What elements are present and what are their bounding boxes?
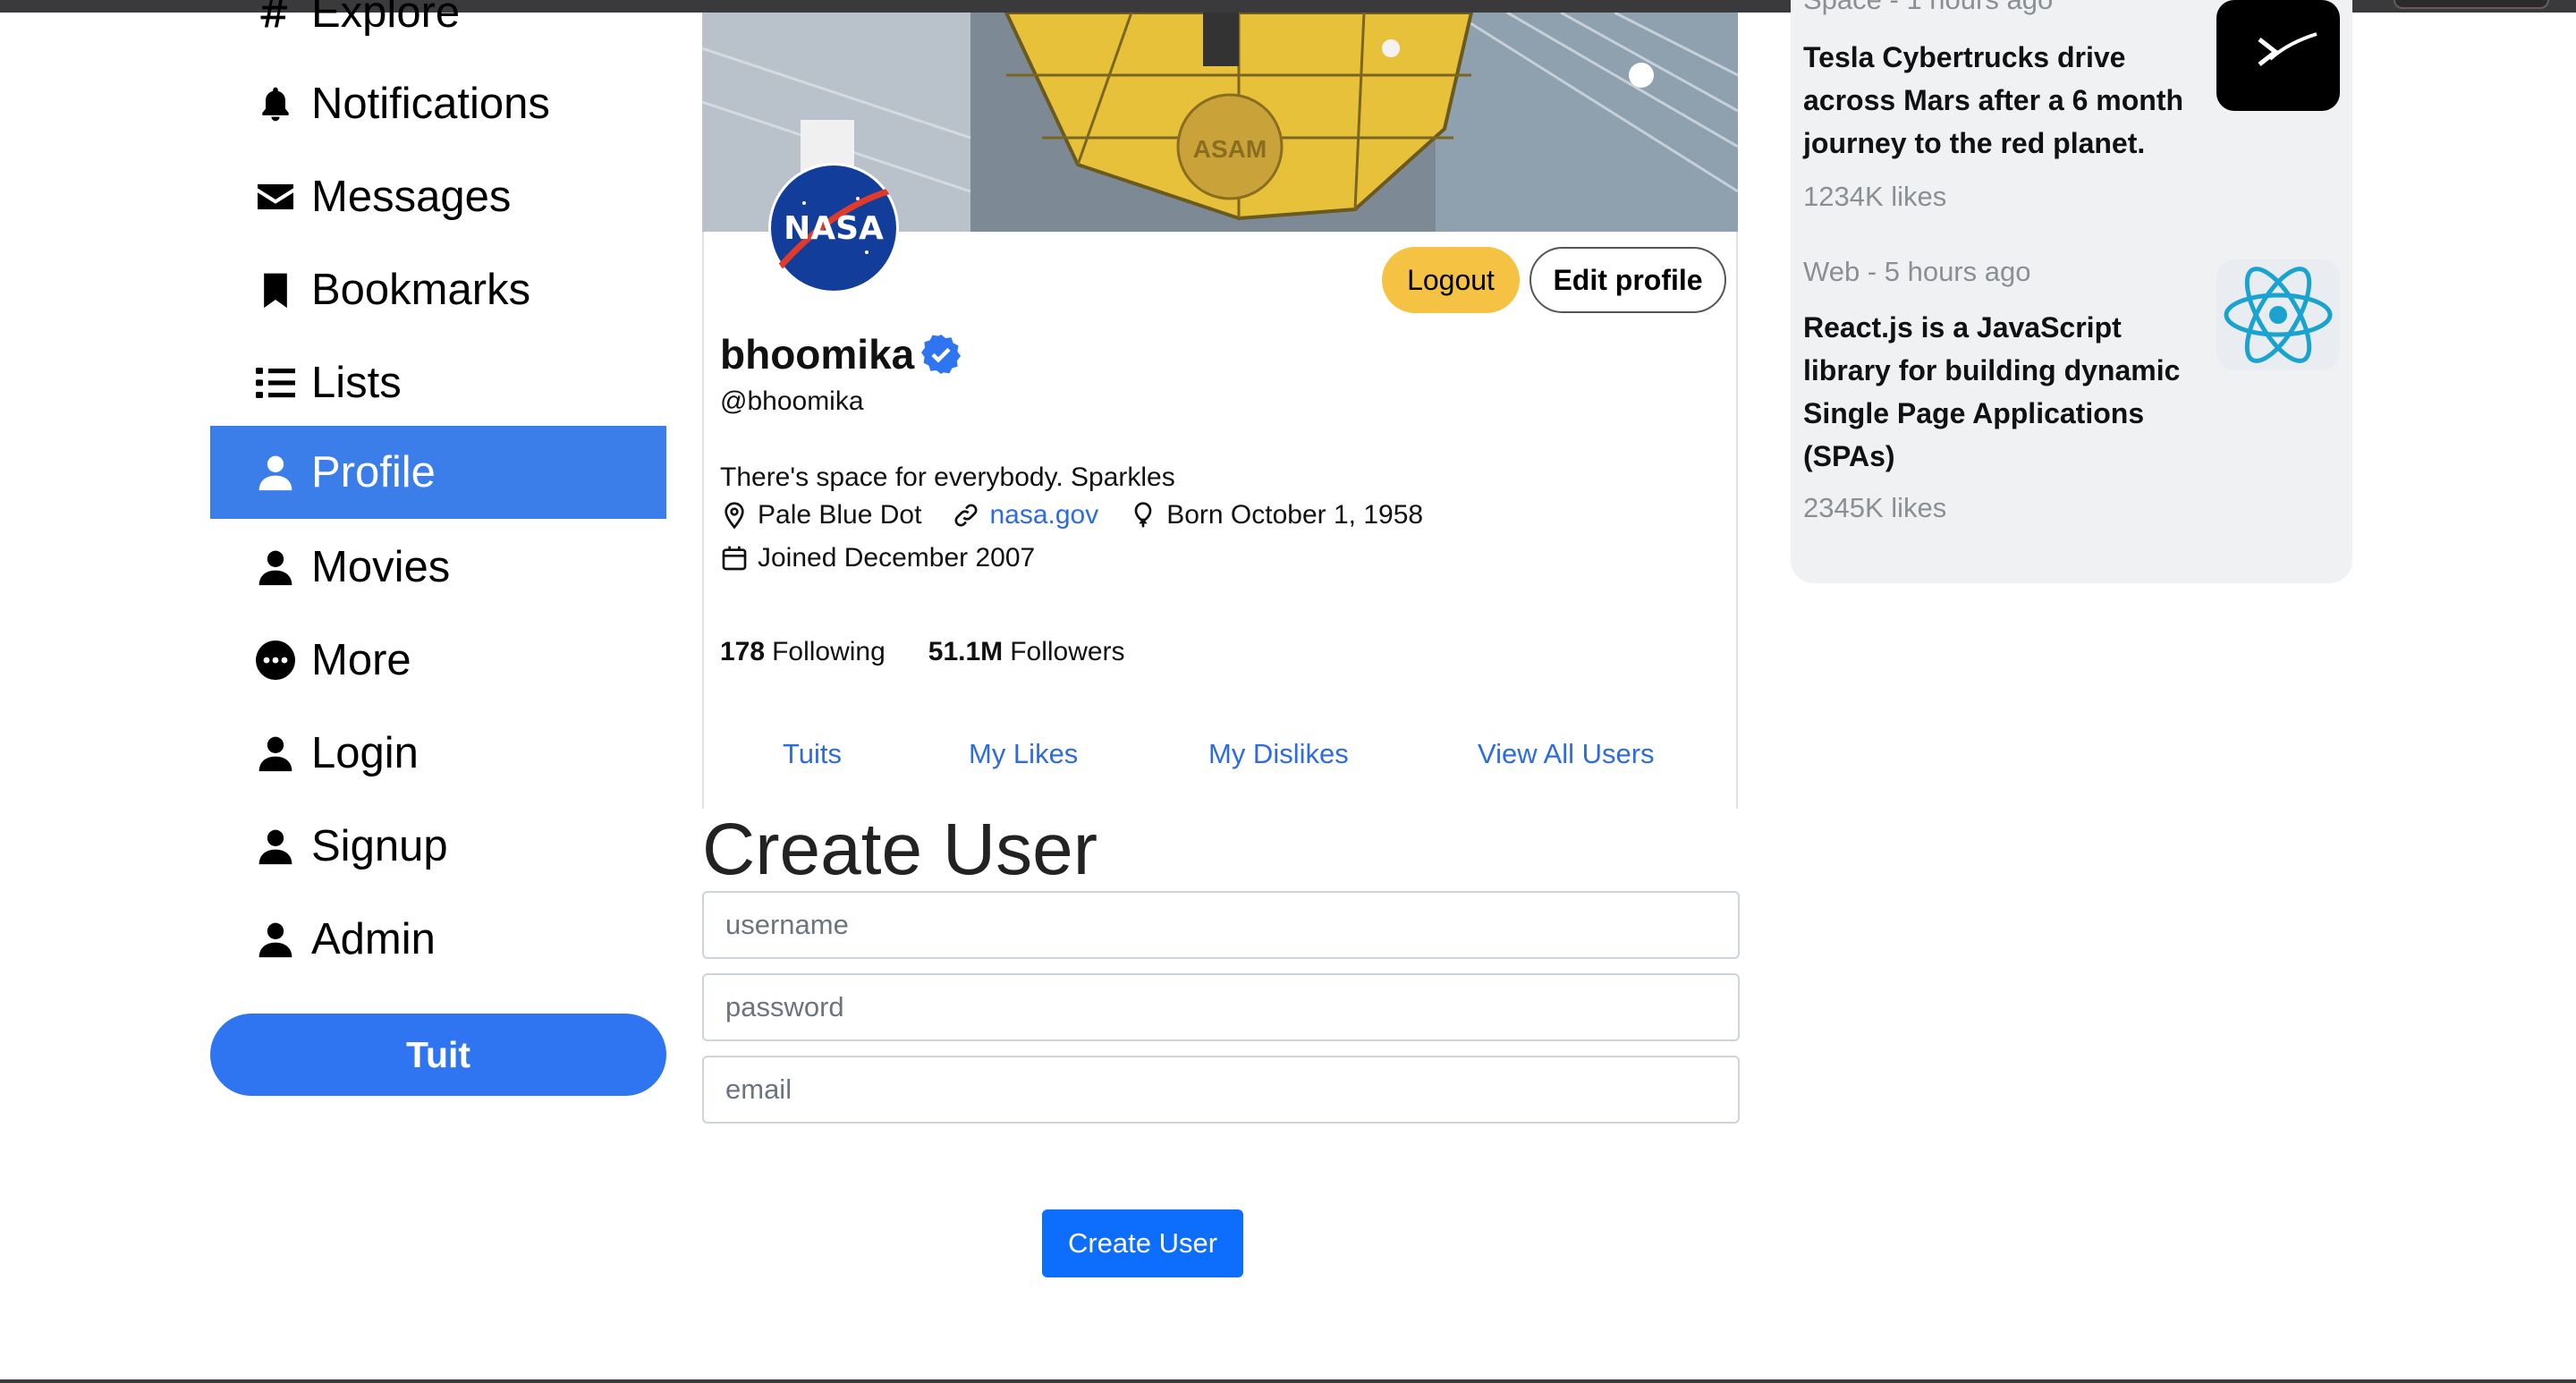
user-icon bbox=[253, 450, 298, 495]
react-logo-icon bbox=[2216, 259, 2340, 370]
sidebar-item-label: Admin bbox=[311, 915, 436, 963]
create-user-title: Create User bbox=[702, 809, 1098, 890]
bookmark-icon bbox=[253, 267, 298, 312]
tab-my-likes[interactable]: My Likes bbox=[969, 738, 1078, 770]
user-icon bbox=[253, 824, 298, 869]
news-topic: Web - 5 hours ago bbox=[1803, 256, 2031, 287]
news-likes: 2345K likes bbox=[1803, 492, 1947, 523]
following-link[interactable]: 178 Following bbox=[720, 637, 886, 667]
sidebar-item-label: Login bbox=[311, 729, 419, 777]
bell-icon bbox=[253, 81, 298, 126]
banner-text: ASAM bbox=[1193, 135, 1267, 163]
following-label: Following bbox=[772, 637, 886, 666]
profile-location: Pale Blue Dot bbox=[758, 500, 922, 530]
location-item: Pale Blue Dot bbox=[720, 500, 921, 530]
news-item[interactable]: Web - 5 hours ago React.js is a JavaScri… bbox=[1803, 256, 2340, 542]
username-input[interactable] bbox=[702, 891, 1740, 959]
follow-stats: 178 Following 51.1M Followers bbox=[720, 637, 1168, 667]
sidebar-item-label: More bbox=[311, 636, 411, 684]
user-icon bbox=[253, 917, 298, 962]
calendar-icon bbox=[722, 546, 747, 571]
balloon-icon bbox=[1134, 502, 1152, 528]
create-user-button[interactable]: Create User bbox=[1042, 1209, 1243, 1277]
followers-link[interactable]: 51.1M Followers bbox=[928, 637, 1125, 667]
logout-button[interactable]: Logout bbox=[1382, 247, 1520, 313]
whats-happening-panel: Space - 1 hours ago Tesla Cybertrucks dr… bbox=[1791, 0, 2352, 583]
sidebar-item-movies[interactable]: Movies bbox=[210, 521, 666, 614]
user-icon bbox=[253, 731, 298, 776]
edit-profile-button[interactable]: Edit profile bbox=[1530, 247, 1726, 313]
window-bottom-border bbox=[0, 1379, 2576, 1383]
user-icon bbox=[253, 545, 298, 590]
sidebar-item-label: Bookmarks bbox=[311, 266, 531, 314]
birthday-item: Born October 1, 1958 bbox=[1129, 500, 1423, 530]
sidebar-item-label: Signup bbox=[311, 822, 448, 870]
profile-bio: There's space for everybody. Sparkles bbox=[720, 462, 1175, 492]
sidebar-item-explore[interactable]: Explore bbox=[210, 0, 666, 59]
news-title: React.js is a JavaScript library for bui… bbox=[1803, 311, 2181, 472]
envelope-icon bbox=[253, 174, 298, 219]
sidebar-item-admin[interactable]: Admin bbox=[210, 893, 666, 986]
sidebar-item-label: Lists bbox=[311, 359, 402, 407]
tab-my-dislikes[interactable]: My Dislikes bbox=[1208, 738, 1349, 770]
tab-tuits[interactable]: Tuits bbox=[783, 738, 842, 770]
news-likes: 1234K likes bbox=[1803, 181, 1947, 212]
profile-joined-row: Joined December 2007 bbox=[720, 543, 1065, 573]
spacex-logo-icon bbox=[2216, 0, 2340, 111]
sidebar-item-lists[interactable]: Lists bbox=[210, 336, 666, 429]
hashtag-icon bbox=[253, 0, 298, 35]
profile-handle: @bhoomika bbox=[720, 386, 864, 416]
link-icon bbox=[954, 504, 978, 527]
profile-born: Born October 1, 1958 bbox=[1166, 500, 1424, 530]
followers-label: Followers bbox=[1010, 637, 1125, 666]
sidebar-item-more[interactable]: More bbox=[210, 614, 666, 707]
following-count: 178 bbox=[720, 637, 766, 666]
tuit-button[interactable]: Tuit bbox=[210, 1014, 666, 1096]
sidebar-item-login[interactable]: Login bbox=[210, 707, 666, 800]
profile-joined: Joined December 2007 bbox=[758, 543, 1036, 573]
sidebar-item-profile[interactable]: Profile bbox=[210, 426, 666, 519]
news-item[interactable]: Space - 1 hours ago Tesla Cybertrucks dr… bbox=[1803, 0, 2340, 224]
ellipsis-circle-icon bbox=[253, 638, 298, 683]
sidebar-item-label: Explore bbox=[311, 0, 461, 37]
sidebar-item-label: Notifications bbox=[311, 80, 550, 128]
sidebar-item-label: Movies bbox=[311, 543, 451, 591]
avatar-text: NASA bbox=[784, 210, 884, 247]
profile-tabs: Tuits My Likes My Dislikes View All User… bbox=[704, 738, 1740, 792]
profile-name: bhoomika bbox=[720, 331, 915, 378]
profile-card: NASA Logout Edit profile bhoomika @bhoom… bbox=[702, 163, 1740, 809]
followers-count: 51.1M bbox=[928, 637, 1004, 666]
sidebar-item-signup[interactable]: Signup bbox=[210, 800, 666, 893]
profile-name-row: bhoomika bbox=[720, 330, 962, 378]
sidebar-item-messages[interactable]: Messages bbox=[210, 150, 666, 243]
verified-badge-icon bbox=[921, 335, 962, 374]
email-input[interactable] bbox=[702, 1056, 1740, 1124]
sidebar: Explore Notifications Messages Bookmarks… bbox=[210, 0, 666, 1383]
browser-tab[interactable] bbox=[2394, 0, 2549, 9]
password-input[interactable] bbox=[702, 973, 1740, 1041]
sidebar-item-notifications[interactable]: Notifications bbox=[210, 57, 666, 150]
profile-website-link[interactable]: nasa.gov bbox=[989, 500, 1098, 530]
map-pin-icon bbox=[724, 502, 744, 530]
news-title: Tesla Cybertrucks drive across Mars afte… bbox=[1803, 41, 2184, 159]
avatar[interactable]: NASA bbox=[768, 163, 899, 293]
news-topic: Space - 1 hours ago bbox=[1803, 0, 2053, 16]
joined-item: Joined December 2007 bbox=[720, 543, 1035, 573]
sidebar-item-label: Messages bbox=[311, 173, 512, 221]
website-item: nasa.gov bbox=[952, 500, 1098, 530]
sidebar-item-label: Profile bbox=[311, 448, 436, 496]
tab-view-all-users[interactable]: View All Users bbox=[1478, 738, 1655, 770]
sidebar-item-bookmarks[interactable]: Bookmarks bbox=[210, 243, 666, 336]
profile-meta-row: Pale Blue Dot nasa.gov Born October 1, 1… bbox=[720, 500, 1453, 530]
list-icon bbox=[253, 361, 298, 405]
